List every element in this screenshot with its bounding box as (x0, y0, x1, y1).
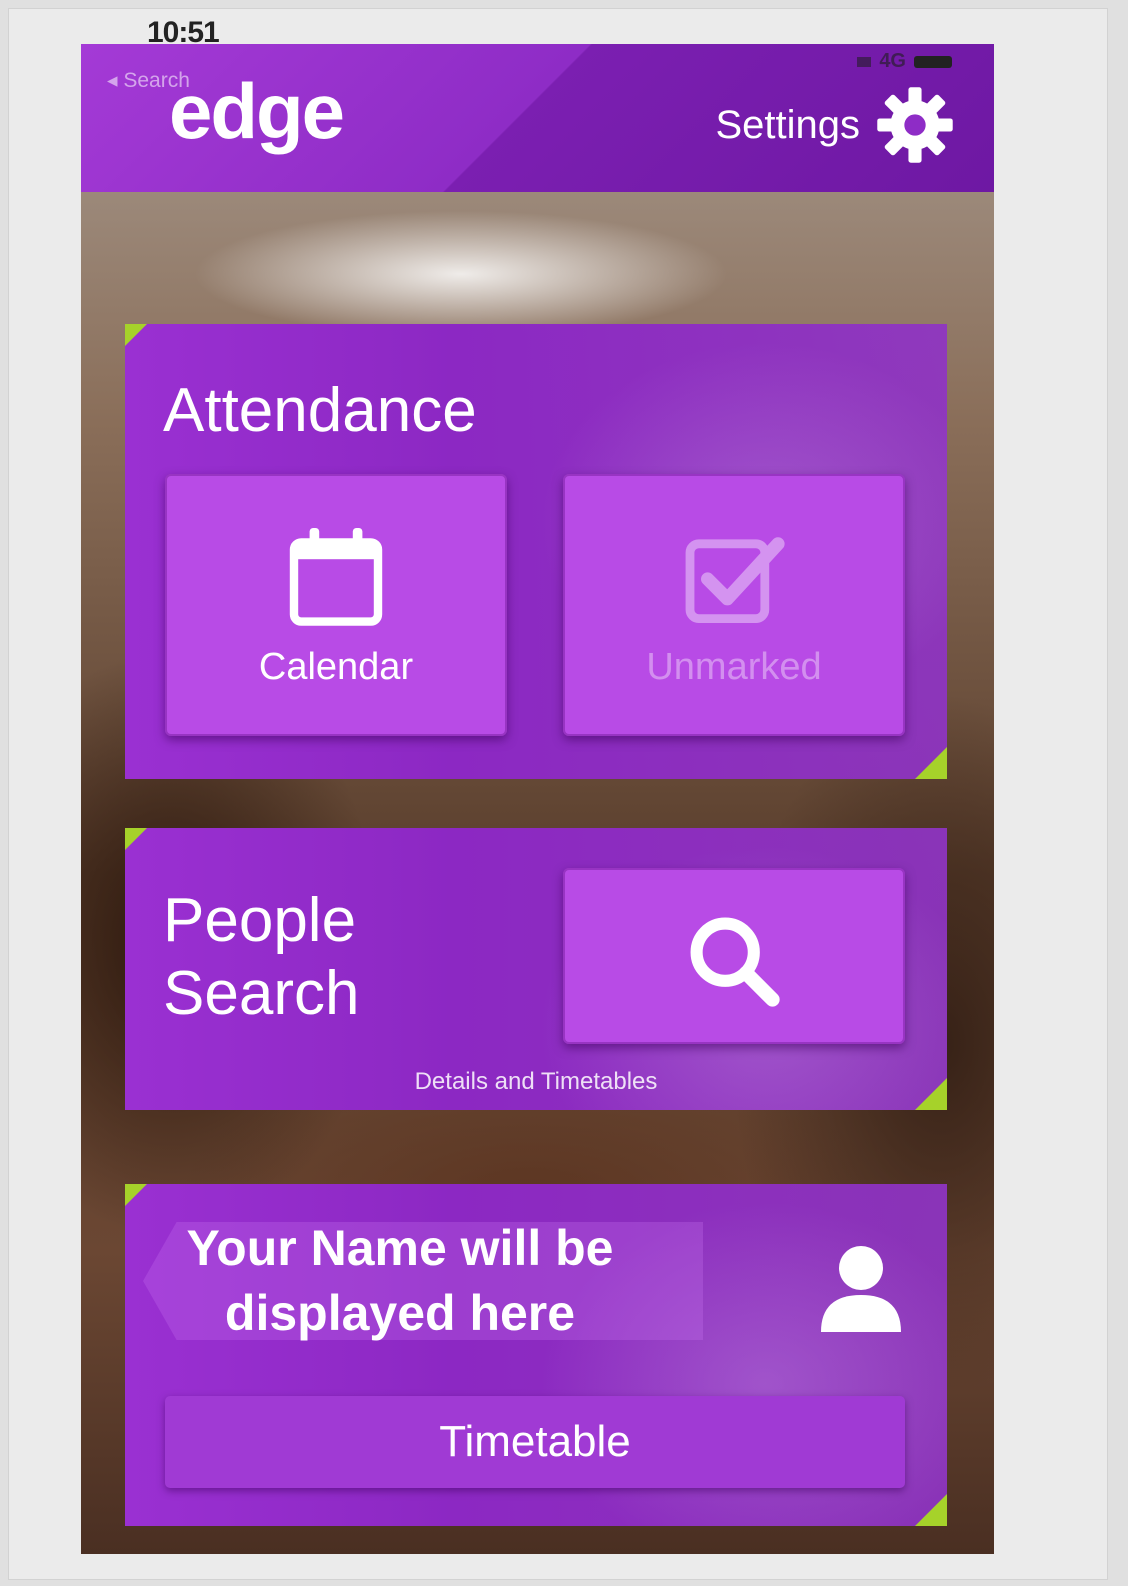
user-name-line2: displayed here (224, 1285, 576, 1341)
network-type: 4G (879, 50, 906, 72)
settings-label: Settings (715, 102, 860, 147)
people-search-card: People Search Details and Timetables (125, 828, 947, 1110)
status-indicators: 4G (857, 50, 952, 73)
status-time: 10:51 (147, 16, 220, 49)
phone-screen: ◂ Search 4G edge Settings Attendance Cal… (81, 44, 994, 1554)
gear-icon (877, 87, 953, 163)
signal-icon (857, 56, 872, 67)
attendance-title: Attendance (163, 376, 477, 445)
unmarked-button[interactable]: Unmarked (563, 474, 905, 736)
battery-icon (914, 55, 952, 68)
people-search-title: People Search (163, 884, 359, 1030)
calendar-label: Calendar (258, 646, 414, 688)
people-search-title-line2: Search (163, 959, 360, 1029)
unmarked-label: Unmarked (646, 646, 822, 688)
people-search-button[interactable] (563, 868, 905, 1044)
calendar-button[interactable]: Calendar (165, 474, 507, 736)
logo-text: edge (169, 67, 345, 155)
card-corner-accent (125, 1184, 147, 1206)
attendance-card: Attendance Calendar Unmarked (125, 324, 947, 779)
calendar-icon (289, 528, 383, 626)
card-corner-accent (125, 828, 147, 850)
search-icon (690, 917, 780, 1007)
card-corner-accent (915, 1494, 947, 1526)
edge-logo: edge (169, 66, 345, 157)
app-header: ◂ Search 4G edge Settings (81, 44, 994, 192)
checkbox-icon (685, 537, 785, 623)
people-search-title-line1: People (163, 886, 357, 955)
card-corner-accent (915, 747, 947, 779)
user-name-placeholder: Your Name will be displayed here (165, 1216, 635, 1346)
card-corner-accent (125, 324, 147, 346)
timetable-button[interactable]: Timetable (165, 1396, 905, 1488)
user-name-line1: Your Name will be (186, 1220, 614, 1276)
settings-button[interactable]: Settings (715, 84, 956, 166)
people-search-caption: Details and Timetables (414, 1068, 658, 1095)
user-icon (821, 1246, 901, 1332)
profile-card: Your Name will be displayed here Timetab… (125, 1184, 947, 1526)
